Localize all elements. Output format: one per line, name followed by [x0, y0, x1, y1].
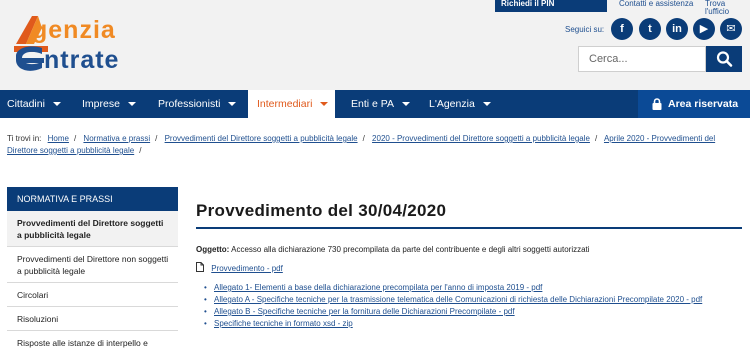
richiedi-pin-label: Richiedi il PIN — [501, 0, 555, 8]
breadcrumb-2020[interactable]: 2020 - Provvedimenti del Direttore sogge… — [372, 134, 590, 143]
sidebar-item-provvedimenti-non-pubblicita[interactable]: Provvedimenti del Direttore non soggetti… — [7, 247, 178, 283]
title-divider — [196, 227, 742, 229]
search-input[interactable] — [578, 46, 706, 72]
list-item: Specifiche tecniche in formato xsd - zip — [204, 318, 702, 330]
area-riservata-label: Area riservata — [668, 98, 739, 110]
nav-enti-pa[interactable]: Enti e PA — [341, 90, 420, 118]
nav-agenzia-label: L'Agenzia — [429, 98, 475, 110]
logo-text-agenzia: genzia — [32, 16, 116, 44]
nav-intermediari[interactable]: Intermediari — [248, 90, 335, 118]
top-utility-strip: Richiedi il PIN Contatti e assistenza Tr… — [495, 0, 750, 16]
facebook-icon[interactable]: f — [611, 18, 633, 40]
search-button[interactable] — [706, 46, 742, 72]
nav-imprese-label: Imprese — [82, 98, 120, 110]
sidebar: NORMATIVA E PRASSI Provvedimenti del Dir… — [7, 187, 178, 350]
nav-cittadini-label: Cittadini — [7, 98, 45, 110]
chevron-down-icon — [320, 102, 329, 107]
allegato-a-link[interactable]: Allegato A - Specifiche tecniche per la … — [214, 295, 702, 304]
logo-text-entrate: ntrate — [44, 46, 120, 74]
sidebar-item-interpello[interactable]: Risposte alle istanze di interpello e — [7, 331, 178, 350]
trova-ufficio-link[interactable]: Trova l'ufficio — [705, 0, 750, 16]
nav-cittadini[interactable]: Cittadini — [0, 90, 71, 118]
email-icon[interactable]: ✉ — [720, 18, 742, 40]
nav-imprese[interactable]: Imprese — [72, 90, 146, 118]
allegato-b-link[interactable]: Allegato B - Specifiche tecniche per la … — [214, 307, 515, 316]
oggetto-label: Oggetto: — [196, 245, 230, 254]
main-nav: Cittadini Imprese Professionisti Interme… — [0, 90, 750, 118]
breadcrumb-normativa[interactable]: Normativa e prassi — [83, 134, 150, 143]
sidebar-item-risoluzioni[interactable]: Risoluzioni — [7, 307, 178, 331]
main-document: Provvedimento - pdf — [196, 262, 283, 273]
search-icon — [716, 51, 733, 67]
breadcrumb-provvedimenti[interactable]: Provvedimenti del Direttore soggetti a p… — [165, 134, 358, 143]
site-header: genzia ntrate Richiedi il PIN Contatti e… — [0, 0, 750, 90]
nav-professionisti-label: Professionisti — [158, 98, 221, 110]
list-item: Allegato 1- Elementi a base della dichia… — [204, 282, 702, 294]
area-riservata-button[interactable]: Area riservata — [638, 90, 750, 118]
page-title: Provvedimento del 30/04/2020 — [196, 201, 447, 220]
chevron-down-icon — [482, 102, 491, 107]
nav-intermediari-label: Intermediari — [257, 98, 313, 110]
chevron-down-icon — [52, 102, 61, 107]
lock-icon — [652, 98, 662, 110]
search-box — [578, 46, 742, 72]
breadcrumb-home[interactable]: Home — [48, 134, 69, 143]
document-icon — [196, 262, 204, 272]
social-label: Seguici su: — [565, 25, 605, 34]
oggetto-text: Accesso alla dichiarazione 730 precompil… — [231, 245, 590, 254]
sidebar-item-provvedimenti-pubblicita[interactable]: Provvedimenti del Direttore soggetti a p… — [7, 211, 178, 247]
sidebar-heading: NORMATIVA E PRASSI — [7, 187, 178, 211]
nav-professionisti[interactable]: Professionisti — [148, 90, 246, 118]
chevron-down-icon — [127, 102, 136, 107]
oggetto-line: Oggetto: Accesso alla dichiarazione 730 … — [196, 245, 590, 254]
breadcrumb-prefix: Ti trovi in: — [7, 134, 42, 143]
contatti-link[interactable]: Contatti e assistenza — [619, 0, 693, 8]
specifiche-xsd-link[interactable]: Specifiche tecniche in formato xsd - zip — [214, 319, 353, 328]
sidebar-item-circolari[interactable]: Circolari — [7, 283, 178, 307]
agenzia-entrate-logo[interactable]: genzia ntrate — [8, 10, 173, 80]
nav-enti-pa-label: Enti e PA — [351, 98, 394, 110]
chevron-down-icon — [402, 102, 410, 107]
richiedi-pin-button[interactable]: Richiedi il PIN — [495, 0, 607, 12]
list-item: Allegato B - Specifiche tecniche per la … — [204, 306, 702, 318]
attachments-list: Allegato 1- Elementi a base della dichia… — [204, 282, 702, 330]
allegato-1-link[interactable]: Allegato 1- Elementi a base della dichia… — [214, 283, 542, 292]
nav-agenzia[interactable]: L'Agenzia — [419, 90, 501, 118]
breadcrumb: Ti trovi in: Home / Normativa e prassi / P… — [7, 134, 716, 155]
linkedin-icon[interactable]: in — [666, 18, 688, 40]
chevron-down-icon — [228, 102, 237, 107]
youtube-icon[interactable]: ▶ — [693, 18, 715, 40]
list-item: Allegato A - Specifiche tecniche per la … — [204, 294, 702, 306]
provvedimento-pdf-link[interactable]: Provvedimento - pdf — [211, 264, 283, 273]
twitter-icon[interactable]: t — [639, 18, 661, 40]
